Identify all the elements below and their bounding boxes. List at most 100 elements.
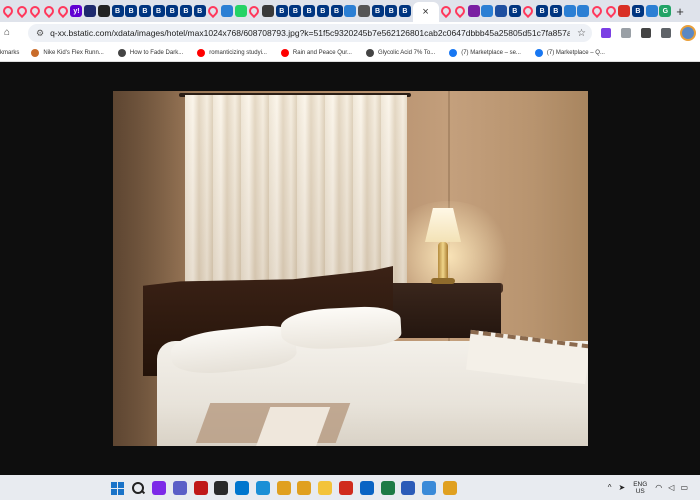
tab-airbnb-icon[interactable] [55, 3, 70, 19]
tab-tool-icon[interactable] [344, 5, 357, 17]
site-info-icon[interactable]: ⚙ [36, 28, 44, 39]
taskbar-outlook-icon[interactable] [359, 481, 374, 495]
tab-airbnb-icon[interactable] [206, 3, 221, 19]
tab-help-icon[interactable] [618, 5, 631, 17]
tab-tool-icon[interactable] [645, 5, 658, 17]
reload-icon[interactable]: ⌂ [0, 27, 14, 38]
tab-airbnb-icon[interactable] [521, 3, 536, 19]
tab-airbnb-icon[interactable] [439, 3, 454, 19]
tab-airbnb-icon[interactable] [41, 3, 57, 19]
tab-jse-icon[interactable] [467, 5, 480, 17]
close-icon[interactable]: × [422, 6, 428, 18]
tab-booking-icon[interactable]: B [330, 5, 343, 17]
bookmark-item[interactable]: Nike Kid's Flex Runn... [31, 48, 104, 57]
taskbar-word-icon[interactable] [401, 481, 416, 495]
bookmark-item[interactable]: romanticizing studyi... [197, 48, 267, 57]
tab-booking-icon[interactable]: B [631, 5, 644, 17]
taskbar-chrome-icon[interactable] [276, 481, 291, 495]
bookmark-star-icon[interactable]: ☆ [577, 28, 586, 39]
taskbar-canva-icon[interactable] [151, 481, 166, 495]
tab-booking-icon[interactable]: B [536, 5, 549, 17]
bookmark-item[interactable]: Rain and Peace Qur... [280, 48, 352, 57]
profile-avatar[interactable] [680, 25, 696, 41]
taskbar-dell-icon[interactable] [235, 481, 250, 495]
taskbar-file-explorer-icon[interactable] [318, 481, 333, 495]
taskbar-store-icon[interactable] [422, 481, 437, 495]
battery-icon[interactable]: ▭ [680, 483, 688, 492]
tab-booking-icon[interactable]: B [138, 5, 151, 17]
language-code: ENG [633, 480, 648, 488]
wifi-icon[interactable]: ◠ [655, 483, 662, 492]
globe-icon [117, 48, 126, 57]
tab-booking-icon[interactable]: B [193, 5, 206, 17]
bookmark-item[interactable]: (7) Marketplace – Q... [534, 48, 605, 57]
taskbar-acrobat-icon[interactable] [338, 481, 353, 495]
tab-image-icon[interactable] [262, 5, 275, 17]
taskbar-chrome-2-icon[interactable] [442, 481, 457, 495]
extension-icon[interactable] [621, 28, 631, 38]
taskbar-chrome-profile-icon[interactable] [297, 481, 312, 495]
bookmark-label: Rain and Peace Qur... [292, 49, 352, 56]
tab-yahoo-icon[interactable]: y! [70, 5, 83, 17]
tab-airbnb-icon[interactable] [452, 3, 468, 19]
tab-green-icon[interactable]: G [659, 5, 672, 17]
system-tray: ^ ➤ ENG US ◠ ◁ ▭ [604, 475, 700, 500]
tab-airbnb-icon[interactable] [14, 3, 29, 19]
tab-booking-icon[interactable]: B [549, 5, 562, 17]
bookmark-item[interactable]: How to Fade Dark... [117, 48, 183, 57]
address-bar[interactable]: ⚙ q-xx.bstatic.com/xdata/images/hotel/ma… [28, 24, 592, 42]
puzzle-icon[interactable] [661, 28, 671, 38]
tab-tool-icon[interactable] [481, 5, 494, 17]
tab-app-icon[interactable] [97, 5, 110, 17]
tab-airbnb-icon[interactable] [28, 3, 43, 19]
tab-airbnb-icon[interactable] [247, 3, 262, 19]
tray-chevron-icon[interactable]: ^ [608, 483, 612, 492]
tab-tool-icon[interactable] [563, 5, 576, 17]
taskbar-xbox-icon[interactable] [214, 481, 229, 495]
tab-image-icon[interactable] [357, 5, 370, 17]
tab-ms-icon[interactable] [84, 5, 97, 17]
lamp-base [431, 278, 455, 284]
extension-icon[interactable] [601, 28, 611, 38]
tab-booking-icon[interactable]: B [385, 5, 398, 17]
tab-booking-icon[interactable]: B [179, 5, 192, 17]
booking-icon: B [169, 7, 175, 15]
extension-icon[interactable] [641, 28, 651, 38]
tab-booking-icon[interactable]: B [371, 5, 384, 17]
tab-tool-icon[interactable] [577, 5, 590, 17]
taskbar-teams-icon[interactable] [172, 481, 187, 495]
taskbar-edge-icon[interactable] [255, 481, 270, 495]
tab-booking-icon[interactable]: B [508, 5, 521, 17]
tab-booking-icon[interactable]: B [166, 5, 179, 17]
facebook-icon [534, 48, 543, 57]
volume-icon[interactable]: ◁ [668, 483, 674, 492]
search-icon[interactable] [131, 481, 145, 495]
bookmark-item[interactable]: (7) Marketplace – se... [449, 48, 521, 57]
tab-airbnb-icon[interactable] [0, 3, 16, 19]
tab-booking-icon[interactable]: B [289, 5, 302, 17]
tab-active[interactable]: × [412, 2, 439, 22]
tab-grid-icon[interactable] [495, 5, 508, 17]
new-tab-button[interactable]: + [673, 4, 687, 19]
tab-booking-icon[interactable]: B [303, 5, 316, 17]
tab-booking-icon[interactable]: B [275, 5, 288, 17]
tab-booking-icon[interactable]: B [111, 5, 124, 17]
tab-booking-icon[interactable]: B [152, 5, 165, 17]
tab-booking-icon[interactable]: B [316, 5, 329, 17]
start-button[interactable] [111, 481, 125, 495]
tab-booking-icon[interactable]: B [398, 5, 411, 17]
language-indicator[interactable]: ENG US [633, 481, 647, 495]
location-icon[interactable]: ➤ [619, 483, 626, 492]
taskbar-mcafee-icon[interactable] [193, 481, 208, 495]
bookmark-item[interactable]: Glycolic Acid 7% To... [365, 48, 435, 57]
tab-booking-icon[interactable]: B [125, 5, 138, 17]
tab-airbnb-icon[interactable] [603, 3, 618, 19]
url-text[interactable]: q-xx.bstatic.com/xdata/images/hotel/max1… [50, 28, 570, 38]
tab-whatsapp-icon[interactable] [234, 5, 247, 17]
extensions-area [596, 22, 700, 44]
tab-tool-icon[interactable] [221, 5, 233, 17]
airbnb-icon [589, 3, 604, 19]
bookmarks-label[interactable]: kmarks [0, 50, 19, 56]
tab-airbnb-icon[interactable] [589, 3, 604, 19]
taskbar-excel-icon[interactable] [380, 481, 395, 495]
